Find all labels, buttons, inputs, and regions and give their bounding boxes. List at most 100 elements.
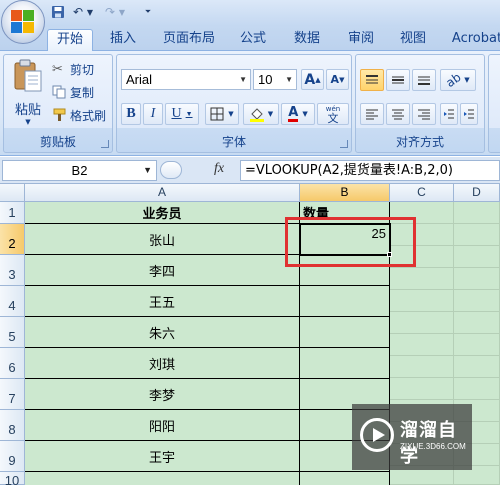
tab-insert[interactable]: 插入 [100,29,146,51]
row-header-6[interactable]: 6 [0,348,25,379]
cell-a7[interactable]: 李梦 [25,379,300,410]
cell-a1[interactable]: 业务员 [25,202,300,224]
cell-a6[interactable]: 刘琪 [25,348,300,379]
row-header-2[interactable]: 2 [0,224,25,255]
tab-view[interactable]: 视图 [390,29,436,51]
fx-icon[interactable]: fx [214,161,224,177]
cut-button[interactable]: ✂ 剪切 [52,60,94,78]
align-top-button[interactable] [360,69,384,91]
font-size-select[interactable]: 10 ▼ [253,69,297,90]
row-header-5[interactable]: 5 [0,317,25,348]
grow-font-button[interactable]: A ▲ [301,69,324,90]
shrink-font-button[interactable]: A ▼ [326,69,349,90]
bold-button[interactable]: B [121,103,141,125]
align-left-button[interactable] [360,103,384,125]
cell-a8[interactable]: 阳阳 [25,410,300,441]
orientation-dropdown-icon[interactable]: ▼ [464,76,469,84]
cell-a4[interactable]: 王五 [25,286,300,317]
borders-button[interactable]: ▼ [205,103,239,125]
number-group-partial [488,54,500,153]
cell-a2[interactable]: 张山 [25,224,300,255]
row-header-9[interactable]: 9 [0,441,25,472]
underline-dropdown-icon[interactable]: ▼ [186,110,193,118]
format-painter-label: 格式刷 [70,108,107,123]
row-header-1[interactable]: 1 [0,202,25,224]
shrink-font-label: A [330,73,340,86]
customize-toolbar-icon[interactable]: ⏷ [143,4,153,20]
align-right-button[interactable] [412,103,436,125]
decrease-indent-button[interactable] [440,103,458,125]
fill-color-dropdown-icon[interactable]: ▼ [268,110,273,118]
align-center-icon [392,109,404,120]
cell-b10[interactable] [300,472,390,485]
column-header-d[interactable]: D [454,184,500,202]
italic-button[interactable]: I [143,103,163,125]
cell-a10[interactable] [25,472,300,485]
cell-b6[interactable] [300,348,390,379]
align-bottom-button[interactable] [412,69,436,91]
save-icon[interactable] [50,4,66,20]
orientation-button[interactable]: ab ▼ [440,69,476,91]
cell-a5[interactable]: 朱六 [25,317,300,348]
paste-dropdown-icon[interactable]: ▼ [25,118,30,126]
column-header-c[interactable]: C [390,184,454,202]
redo-dropdown-icon[interactable]: ▼ [118,4,126,20]
ribbon-tabs: 开始 插入 页面布局 公式 数据 审阅 视图 Acrobat [0,26,500,52]
fill-color-button[interactable]: ▼ [243,103,279,125]
cell-a9[interactable]: 王宇 [25,441,300,472]
redo-icon[interactable]: ↷ [102,4,118,20]
office-logo-icon [11,10,35,34]
tab-data[interactable]: 数据 [284,29,330,51]
office-button[interactable] [1,0,45,44]
highlight-annotation [285,217,416,267]
format-painter-button[interactable]: 格式刷 [52,106,106,124]
font-color-button[interactable]: A ▼ [281,103,315,125]
name-box[interactable]: B2 ▼ [2,160,157,181]
formula-bar: B2 ▼ fx =VLOOKUP(A2,提货量表!A:B,2,0) [0,157,500,184]
phonetic-button[interactable]: wén 文 [317,103,349,125]
format-painter-icon [53,108,66,121]
underline-button[interactable]: U ▼ [165,103,199,125]
align-middle-button[interactable] [386,69,410,91]
undo-icon[interactable]: ↶ [70,4,86,20]
select-all-corner[interactable] [0,184,25,202]
undo-dropdown-icon[interactable]: ▼ [86,4,94,20]
font-color-dropdown-icon[interactable]: ▼ [302,110,307,118]
tab-review[interactable]: 审阅 [338,29,384,51]
column-header-b[interactable]: B [300,184,390,202]
cell-b5[interactable] [300,317,390,348]
row-header-7[interactable]: 7 [0,379,25,410]
font-size-dropdown-icon[interactable]: ▼ [285,70,293,89]
font-launcher-icon[interactable] [340,140,348,148]
align-top-icon [366,75,378,84]
row-header-4[interactable]: 4 [0,286,25,317]
row-header-3[interactable]: 3 [0,255,25,286]
fill-bucket-icon [249,108,264,122]
borders-dropdown-icon[interactable]: ▼ [228,110,233,118]
orientation-icon: ab [443,69,464,91]
borders-icon [210,107,224,121]
column-header-a[interactable]: A [25,184,300,202]
cut-label: 剪切 [70,62,95,77]
watermark: 溜溜自学 ZIXUE.3D66.COM [352,404,472,470]
row-header-8[interactable]: 8 [0,410,25,441]
clipboard-launcher-icon[interactable] [101,140,109,148]
cell-a3[interactable]: 李四 [25,255,300,286]
tab-acrobat[interactable]: Acrobat [448,29,500,51]
copy-button[interactable]: 复制 [52,83,94,101]
row-header-10[interactable]: 10 [0,472,25,485]
font-name-dropdown-icon[interactable]: ▼ [239,70,247,89]
increase-indent-icon [464,109,474,119]
align-middle-icon [392,76,404,84]
font-name-select[interactable]: Arial ▼ [121,69,251,90]
cell-b4[interactable] [300,286,390,317]
tab-page-layout[interactable]: 页面布局 [156,29,222,51]
name-box-dropdown-icon[interactable]: ▼ [143,161,152,180]
tab-formulas[interactable]: 公式 [230,29,276,51]
paste-button[interactable]: 粘贴 ▼ [10,59,46,129]
formula-input[interactable]: =VLOOKUP(A2,提货量表!A:B,2,0) [240,160,500,181]
align-center-button[interactable] [386,103,410,125]
increase-indent-button[interactable] [460,103,478,125]
formula-bar-toggle[interactable] [160,161,182,179]
tab-home[interactable]: 开始 [47,29,93,52]
